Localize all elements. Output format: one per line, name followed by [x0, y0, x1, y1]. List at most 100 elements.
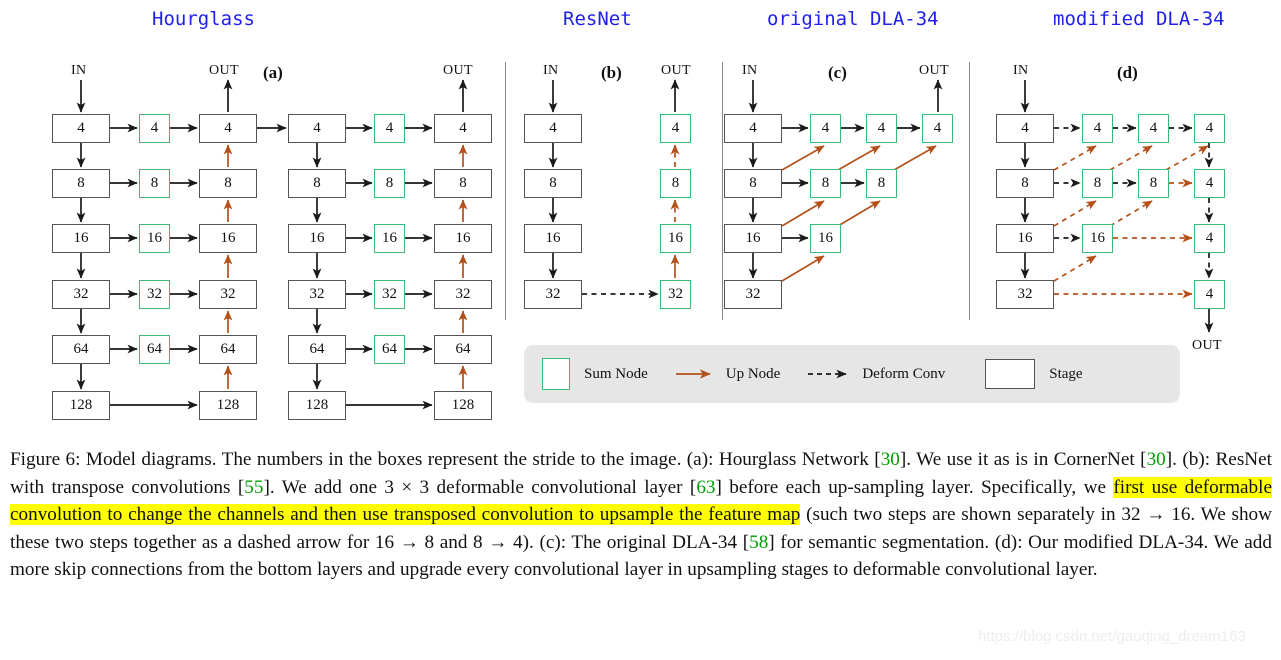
- io-label: OUT: [209, 63, 239, 78]
- legend-item-stage: Stage: [985, 359, 1083, 389]
- stage-node: 64: [199, 335, 257, 364]
- edge-orange-solid: [781, 200, 825, 227]
- stage-node: 32: [724, 280, 782, 309]
- sum-node: 8: [810, 169, 841, 198]
- stage-node: 4: [288, 114, 346, 143]
- edge-orange-solid: [837, 145, 881, 171]
- stage-node: 64: [434, 335, 492, 364]
- edge-orange-solid: [781, 145, 825, 171]
- sum-node: 8: [374, 169, 405, 198]
- stage-node: 8: [199, 169, 257, 198]
- sum-node: 4: [1194, 169, 1225, 198]
- sum-node: 4: [139, 114, 170, 143]
- legend-label-stage: Stage: [1049, 365, 1083, 382]
- io-label: IN: [71, 63, 87, 78]
- figure-caption: Figure 6: Model diagrams. The numbers in…: [10, 446, 1272, 584]
- caption-text: ]. We use it as is in CornerNet [: [899, 449, 1147, 470]
- stage-node: 128: [434, 391, 492, 420]
- sum-node: 8: [866, 169, 897, 198]
- up-node-arrow-icon: [675, 369, 711, 379]
- sum-node: 8: [660, 169, 691, 198]
- io-label: OUT: [661, 63, 691, 78]
- sum-node: 8: [1082, 169, 1113, 198]
- sum-node: 4: [866, 114, 897, 143]
- panel-divider: [969, 62, 971, 320]
- edge-orange-dashed: [1053, 200, 1097, 227]
- sum-node: 16: [660, 224, 691, 253]
- sum-node: 4: [1194, 224, 1225, 253]
- stage-node: 128: [288, 391, 346, 420]
- sum-node: 16: [810, 224, 841, 253]
- panel-tag: (a): [263, 63, 283, 82]
- citation-ref: 63: [696, 476, 716, 498]
- panel-title: ResNet: [563, 8, 632, 30]
- stage-node: 64: [288, 335, 346, 364]
- edge-orange-dashed: [1053, 145, 1097, 171]
- io-label: OUT: [1192, 338, 1222, 353]
- sum-node: 16: [1082, 224, 1113, 253]
- stage-node: 8: [288, 169, 346, 198]
- edge-orange-dashed: [1109, 200, 1153, 227]
- panel-divider: [505, 62, 507, 320]
- panel-title: original DLA-34: [767, 8, 939, 30]
- panel-title: modified DLA-34: [1053, 8, 1225, 30]
- sum-node: 16: [139, 224, 170, 253]
- edge-orange-dashed: [1053, 255, 1097, 282]
- panel-tag: (b): [601, 63, 622, 82]
- sum-node: 4: [922, 114, 953, 143]
- legend-item-sum-node: Sum Node: [542, 358, 648, 390]
- caption-text: ] before each up-sampling layer. Specifi…: [715, 476, 1114, 498]
- citation-ref: 55: [244, 476, 264, 498]
- panel-title: Hourglass: [152, 8, 255, 30]
- legend-panel: Sum Node Up Node Deform Conv Stage: [524, 345, 1180, 403]
- watermark: https://blog.csdn.net/gaoqing_dream163: [978, 628, 1246, 645]
- stage-node: 32: [524, 280, 582, 309]
- io-label: IN: [543, 63, 559, 78]
- stage-node: 4: [434, 114, 492, 143]
- stage-node: 8: [52, 169, 110, 198]
- stage-node: 32: [199, 280, 257, 309]
- stage-node: 4: [52, 114, 110, 143]
- sum-node: 32: [374, 280, 405, 309]
- sum-node: 16: [374, 224, 405, 253]
- stage-node: 4: [524, 114, 582, 143]
- stage-node: 16: [52, 224, 110, 253]
- legend-item-deform-conv: Deform Conv: [806, 366, 945, 383]
- stage-node: 64: [52, 335, 110, 364]
- sum-node: 4: [1082, 114, 1113, 143]
- stage-node: 8: [724, 169, 782, 198]
- sum-node: 8: [139, 169, 170, 198]
- figure-canvas: 4 8 16 32 64 128 4 8 16 32 64 4 8 16 32 64 128 4 8 16 32 64 12…: [0, 0, 1281, 660]
- io-label: OUT: [919, 63, 949, 78]
- legend-label-up-node: Up Node: [725, 365, 781, 382]
- sum-node: 4: [660, 114, 691, 143]
- stage-node: 8: [996, 169, 1054, 198]
- sum-node: 8: [1138, 169, 1169, 198]
- edge-orange-solid: [837, 200, 881, 227]
- edge-orange-dashed: [1109, 145, 1153, 171]
- citation-ref: 30: [1146, 449, 1166, 470]
- citation-ref: 58: [749, 531, 769, 553]
- stage-node: 4: [199, 114, 257, 143]
- edge-orange-dashed: [1165, 145, 1209, 171]
- stage-node: 8: [434, 169, 492, 198]
- sum-node: 4: [810, 114, 841, 143]
- stage-node: 16: [288, 224, 346, 253]
- caption-text: ]. We add one 3 × 3 deformable convoluti…: [263, 476, 697, 498]
- sum-node-swatch-icon: [542, 358, 570, 390]
- stage-node: 16: [996, 224, 1054, 253]
- legend-label-deform-conv: Deform Conv: [862, 365, 946, 382]
- stage-swatch-icon: [985, 359, 1036, 389]
- legend-label-sum-node: Sum Node: [584, 365, 648, 382]
- sum-node: 4: [374, 114, 405, 143]
- stage-node: 4: [996, 114, 1054, 143]
- io-label: OUT: [443, 63, 473, 78]
- citation-ref: 30: [880, 449, 900, 470]
- stage-node: 16: [434, 224, 492, 253]
- stage-node: 128: [199, 391, 257, 420]
- sum-node: 4: [1194, 280, 1225, 309]
- stage-node: 8: [524, 169, 582, 198]
- caption-text: Figure 6: Model diagrams. The numbers in…: [10, 449, 881, 470]
- sum-node: 32: [660, 280, 691, 309]
- panel-tag: (d): [1117, 63, 1138, 82]
